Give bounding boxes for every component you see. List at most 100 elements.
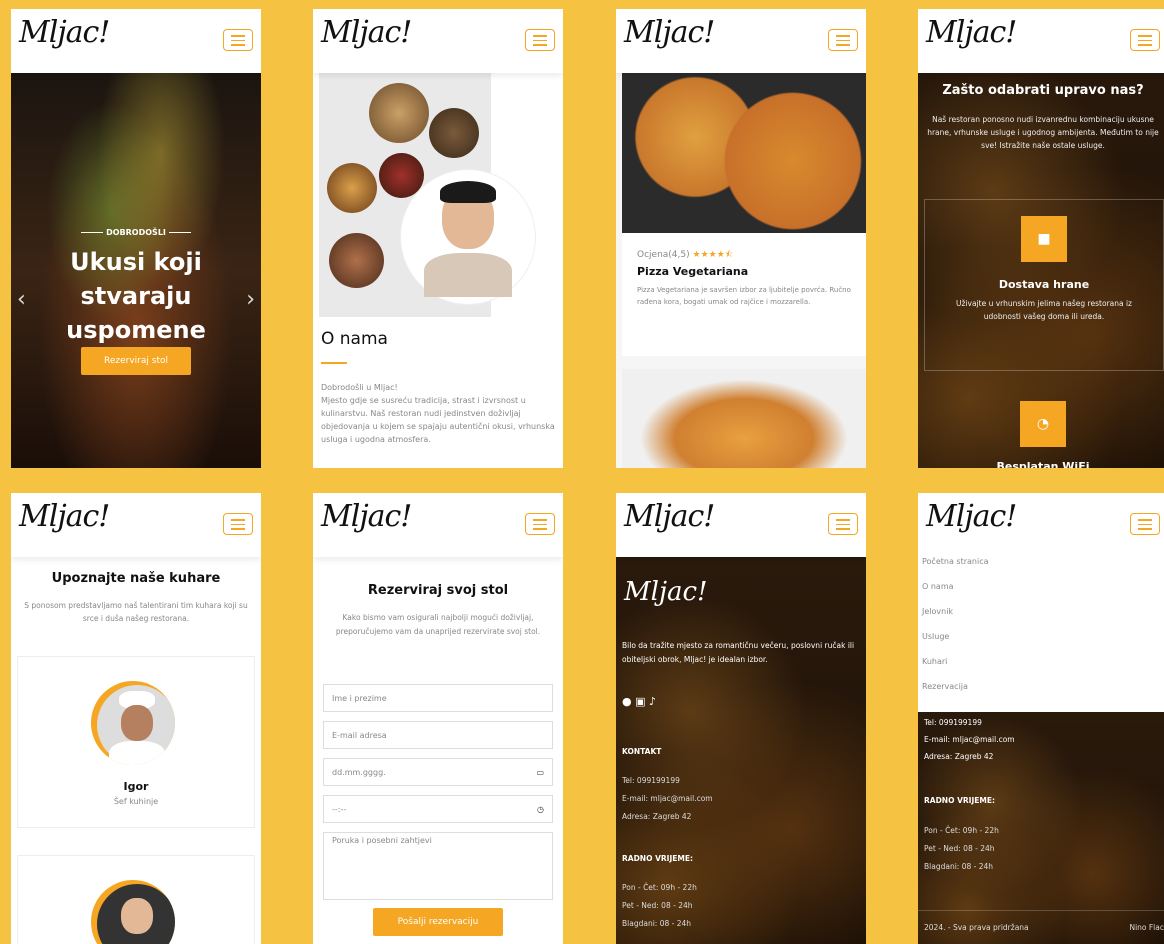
logo[interactable]: Mljac!	[321, 499, 412, 534]
service-delivery-text: Uživajte u vrhunskim jelima našeg restor…	[956, 299, 1132, 321]
nav-item-services[interactable]: Usluge	[922, 630, 1162, 655]
logo-text: Mljac!	[19, 499, 110, 534]
hours-heading: RADNO VRIJEME:	[622, 854, 693, 863]
chef-name: Igor	[123, 780, 149, 793]
contact-email[interactable]: E-mail: mljac@mail.com	[622, 794, 713, 803]
about-title: O nama	[321, 329, 388, 349]
hero-eyebrow: DOBRODOŠLI	[11, 228, 261, 237]
nav-item-home[interactable]: Početna stranica	[922, 555, 1162, 580]
footer-intro: Bilo da tražite mjesto za romantičnu več…	[622, 641, 855, 664]
message-placeholder: Poruka i posebni zahtjevi	[332, 836, 432, 845]
carousel-next-icon[interactable]: ›	[246, 287, 255, 312]
contact-address: Adresa: Zagreb 42	[924, 752, 994, 761]
footer-section: Mljac! Bilo da tražite mjesto za romanti…	[616, 557, 866, 944]
chefs-title: Upoznajte naše kuhare	[51, 571, 221, 586]
chef-card: Igor Šef kuhinje	[17, 656, 255, 828]
menu-toggle-icon[interactable]	[828, 29, 858, 51]
author-text: Nino Flac	[1129, 923, 1164, 932]
truck-icon: ■	[1021, 216, 1067, 262]
contact-tel: Tel: 099199199	[622, 776, 680, 785]
calendar-icon[interactable]: ▭	[536, 759, 544, 787]
chefs-text: S ponosom predstavljamo naš talentirani …	[24, 601, 248, 623]
hero-section: DOBRODOŠLI Ukusi koji stvaraju uspomene …	[11, 73, 261, 468]
social-icons: ● ▣ ♪	[622, 695, 656, 708]
menu-toggle-icon[interactable]	[223, 29, 253, 51]
contact-tel: Tel: 099199199	[924, 718, 982, 727]
header: Mljac!	[11, 9, 261, 73]
header: Mljac!	[313, 9, 563, 73]
pizza-image	[622, 73, 866, 233]
logo[interactable]: Mljac!	[624, 499, 715, 534]
menu-toggle-icon[interactable]	[828, 513, 858, 535]
logo[interactable]: Mljac!	[321, 15, 412, 50]
screen-chefs: Mljac! Upoznajte naše kuhare S ponosom p…	[11, 493, 261, 944]
logo-text: Mljac!	[19, 15, 110, 50]
nav-item-chefs[interactable]: Kuhari	[922, 655, 1162, 680]
rating-label: Ocjena(4,5)	[637, 250, 690, 260]
rating-row: Ocjena(4,5) ★★★★⯪	[637, 247, 733, 263]
nav-item-menu[interactable]: Jelovnik	[922, 605, 1162, 630]
header: Mljac!	[11, 493, 261, 557]
submit-reservation-button[interactable]: Pošalji rezervaciju	[373, 908, 503, 936]
hero-title: Ukusi koji stvaraju uspomene	[66, 248, 206, 344]
screen-nav-open: Mljac! Početna stranica O nama Jelovnik …	[918, 493, 1164, 944]
screen-hero: Mljac! DOBRODOŠLI Ukusi koji stvaraju us…	[11, 9, 261, 468]
dish-description: Pizza Vegetariana je savršen izbor za lj…	[637, 286, 851, 306]
menu-toggle-icon[interactable]	[1130, 513, 1160, 535]
menu-card[interactable]: Ocjena(4,5) ★★★★⯪ Pizza Vegetariana Pizz…	[622, 73, 866, 356]
contact-email[interactable]: E-mail: mljac@mail.com	[924, 735, 1015, 744]
hours-holidays: Blagdani: 08 - 24h	[622, 919, 692, 928]
chef-role: Šef kuhinje	[113, 797, 159, 806]
screen-menu: Mljac! Ocjena(4,5) ★★★★⯪ Pizza Vegetaria…	[616, 9, 866, 468]
footer-logo: Mljac!	[624, 577, 708, 607]
service-wifi-title: Besplatan WiFi	[996, 460, 1090, 468]
reserve-table-button[interactable]: Rezerviraj stol	[81, 347, 191, 375]
header: Mljac!	[616, 9, 866, 73]
nav-menu: Početna stranica O nama Jelovnik Usluge …	[922, 555, 1162, 705]
about-title-underline	[321, 362, 347, 364]
menu-toggle-icon[interactable]	[525, 513, 555, 535]
date-input[interactable]: dd.mm.gggg. ▭	[323, 758, 553, 786]
menu-toggle-icon[interactable]	[223, 513, 253, 535]
carousel-prev-icon[interactable]: ‹	[17, 287, 26, 312]
logo-text: Mljac!	[321, 499, 412, 534]
date-placeholder: dd.mm.gggg.	[332, 768, 386, 777]
clock-icon[interactable]: ◷	[537, 796, 544, 824]
screen-footer: Mljac! Mljac! Bilo da tražite mjesto za …	[616, 493, 866, 944]
footer-section: Tel: 099199199 E-mail: mljac@mail.com Ad…	[918, 712, 1164, 944]
reserve-text: Kako bismo vam osigurali najbolji mogući…	[335, 613, 541, 636]
chef-card	[17, 855, 255, 944]
logo[interactable]: Mljac!	[19, 499, 110, 534]
menu-toggle-icon[interactable]	[1130, 29, 1160, 51]
hours-weekend: Pet - Ned: 08 - 24h	[924, 844, 995, 853]
instagram-icon[interactable]: ▣	[635, 695, 645, 708]
logo[interactable]: Mljac!	[926, 499, 1017, 534]
header: Mljac!	[313, 493, 563, 557]
why-text: Naš restoran ponosno nudi izvanrednu kom…	[927, 115, 1159, 150]
nav-item-reservation[interactable]: Rezervacija	[922, 680, 1162, 705]
contact-address: Adresa: Zagreb 42	[622, 812, 692, 821]
name-input[interactable]: Ime i prezime	[323, 684, 553, 712]
logo-text: Mljac!	[321, 15, 412, 50]
logo[interactable]: Mljac!	[926, 15, 1017, 50]
why-title: Zašto odabrati upravo nas?	[942, 83, 1144, 98]
time-input[interactable]: --:-- ◷	[323, 795, 553, 823]
hours-holidays: Blagdani: 08 - 24h	[924, 862, 994, 871]
logo-text: Mljac!	[926, 15, 1017, 50]
tiktok-icon[interactable]: ♪	[649, 695, 656, 708]
service-delivery-card: ■ Dostava hrane Uživajte u vrhunskim jel…	[924, 199, 1164, 371]
rating-stars: ★★★★⯪	[692, 250, 734, 260]
logo[interactable]: Mljac!	[624, 15, 715, 50]
header: Mljac!	[616, 493, 866, 557]
copyright-bar: 2024. - Sva prava pridržana Nino Flac	[918, 910, 1164, 944]
nav-item-about[interactable]: O nama	[922, 580, 1162, 605]
message-textarea[interactable]: Poruka i posebni zahtjevi	[323, 832, 553, 900]
pasta-image	[622, 369, 866, 468]
email-input[interactable]: E-mail adresa	[323, 721, 553, 749]
hours-weekday: Pon - Čet: 09h - 22h	[622, 883, 697, 892]
facebook-icon[interactable]: ●	[622, 695, 632, 708]
logo[interactable]: Mljac!	[19, 15, 110, 50]
chef-photo	[91, 880, 175, 944]
menu-toggle-icon[interactable]	[525, 29, 555, 51]
logo-text: Mljac!	[624, 499, 715, 534]
